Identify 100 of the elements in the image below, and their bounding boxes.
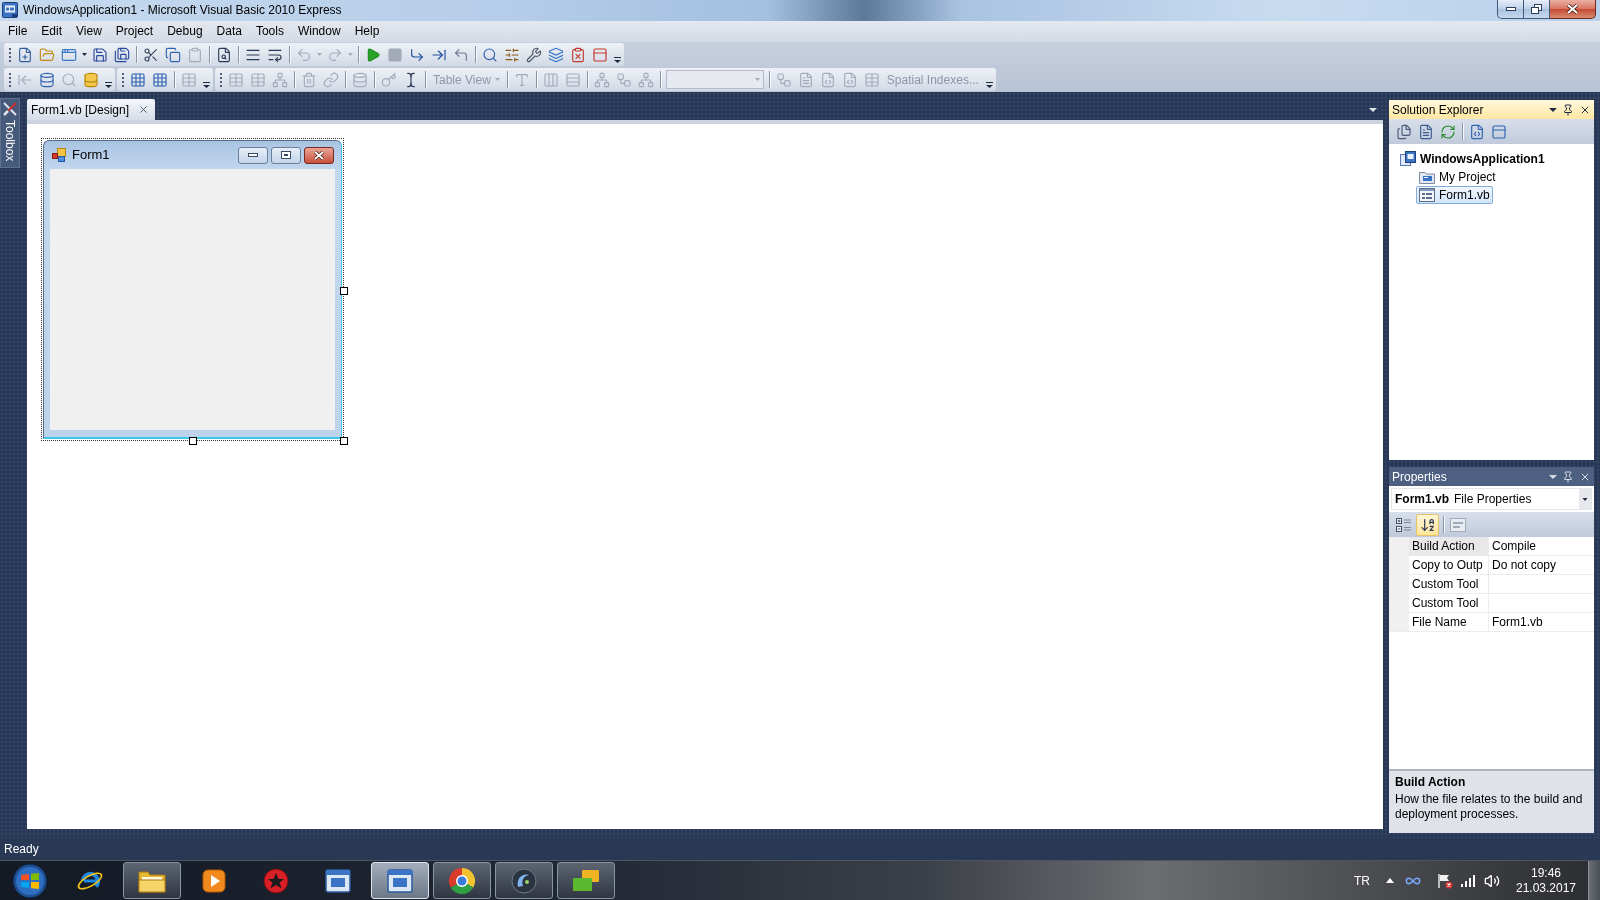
resize-handle[interactable]	[340, 437, 348, 445]
scissors-icon[interactable]	[143, 46, 159, 63]
save-all-icon[interactable]	[114, 46, 130, 63]
form-app-icon	[52, 148, 66, 162]
property-value[interactable]: Do not copy	[1489, 556, 1594, 574]
folder-icon[interactable]	[39, 46, 55, 63]
corner-arrow-icon[interactable]	[409, 46, 425, 63]
toolbox-tab[interactable]: Toolbox	[0, 98, 20, 169]
window-icon[interactable]	[592, 46, 608, 63]
property-name[interactable]: Custom Tool	[1409, 594, 1489, 612]
database-icon[interactable]	[39, 71, 55, 88]
language-indicator[interactable]: TR	[1354, 871, 1370, 890]
corner-arrow-icon[interactable]	[453, 46, 469, 63]
property-name[interactable]: File Name	[1409, 613, 1489, 631]
minimize-button[interactable]	[238, 146, 268, 164]
menu-item[interactable]: Project	[108, 22, 161, 41]
files-icon[interactable]	[1396, 123, 1412, 140]
flag-icon[interactable]	[1437, 872, 1453, 889]
file-search-icon[interactable]	[216, 46, 232, 63]
property-value[interactable]: Compile	[1489, 537, 1594, 555]
layers-icon[interactable]	[548, 46, 564, 63]
property-name[interactable]: Custom Tool	[1409, 575, 1489, 593]
resize-handle[interactable]	[189, 437, 197, 445]
tricolor-circle-icon	[448, 866, 476, 895]
menu-item[interactable]: Debug	[160, 22, 210, 41]
window-icon[interactable]	[61, 46, 77, 63]
menu-item[interactable]: Edit	[34, 22, 70, 41]
star-emblem-icon[interactable]	[263, 867, 289, 894]
form-window[interactable]: Form1	[43, 140, 342, 439]
volume-icon[interactable]	[1484, 872, 1500, 889]
overflow-icon[interactable]	[614, 57, 621, 63]
resize-handle[interactable]	[340, 287, 348, 295]
grid-icon[interactable]	[130, 71, 146, 88]
grid-icon[interactable]	[152, 71, 168, 88]
new-file-icon[interactable]	[17, 46, 33, 63]
property-name[interactable]: Copy to Outp	[1409, 556, 1489, 574]
app-window-icon	[387, 868, 413, 893]
save-icon[interactable]	[92, 46, 108, 63]
tree-item[interactable]: My Project	[1416, 168, 1499, 186]
tools-icon	[3, 102, 17, 116]
description-text: How the file relates to the build and deployment processes.	[1395, 792, 1584, 822]
property-value[interactable]: Form1.vb	[1489, 613, 1594, 631]
menu-item[interactable]: Tools	[248, 22, 291, 41]
dropdown-icon[interactable]	[1369, 108, 1377, 112]
menu-item[interactable]: File	[1, 22, 35, 41]
restore-button[interactable]	[1524, 0, 1550, 19]
tree-item[interactable]: WindowsApplication1	[1397, 150, 1548, 168]
clock-date[interactable]: 21.03.2017	[1515, 880, 1577, 896]
overflow-icon[interactable]	[203, 82, 210, 88]
taskbar-button[interactable]	[557, 862, 615, 899]
panel-title: Properties	[1392, 468, 1447, 486]
sliders-icon[interactable]	[504, 46, 520, 63]
menu-item[interactable]: Help	[347, 22, 387, 41]
dropdown-icon[interactable]	[1579, 489, 1591, 509]
taskbar-button[interactable]	[495, 862, 553, 899]
minimize-button[interactable]	[1497, 0, 1524, 19]
caret-icon[interactable]	[82, 53, 87, 56]
clock-time[interactable]: 19:46	[1531, 865, 1561, 881]
close-button[interactable]	[1550, 0, 1596, 19]
pin-icon[interactable]	[1562, 103, 1574, 116]
object-selector[interactable]: Form1.vb File Properties	[1391, 488, 1592, 510]
overflow-icon[interactable]	[105, 82, 112, 88]
taskbar-button[interactable]	[123, 862, 181, 899]
folder-icon	[138, 868, 166, 893]
clipboard-x-icon[interactable]	[570, 46, 586, 63]
menu-item[interactable]: Data	[209, 22, 249, 41]
refresh-icon[interactable]	[1440, 123, 1456, 140]
signal-icon[interactable]	[1461, 874, 1475, 887]
maximize-icon	[281, 151, 291, 159]
taskbar-button[interactable]	[433, 862, 491, 899]
tray-arrow-icon[interactable]	[1386, 878, 1394, 883]
code-file-icon[interactable]	[1469, 123, 1485, 140]
close-button[interactable]	[304, 146, 334, 164]
play-icon[interactable]	[202, 868, 226, 893]
view-toggle[interactable]	[1416, 513, 1439, 536]
document-tab[interactable]: Form1.vb [Design]	[27, 99, 156, 120]
maximize-button[interactable]	[271, 146, 301, 164]
minimize-icon	[1505, 7, 1516, 11]
search-icon[interactable]	[482, 46, 498, 63]
form-icon	[1419, 188, 1435, 202]
copy-icon[interactable]	[165, 46, 181, 63]
wrench-icon[interactable]	[526, 46, 542, 63]
dropdown-icon[interactable]	[1549, 107, 1557, 112]
clipboard-icon[interactable]	[187, 46, 203, 63]
show-desktop-button[interactable]	[1588, 861, 1600, 900]
database-icon[interactable]	[83, 71, 99, 88]
property-name[interactable]: Build Action	[1409, 537, 1489, 555]
app-window-icon[interactable]	[325, 868, 351, 893]
document-icon[interactable]	[1418, 123, 1434, 140]
folder-icon	[1419, 170, 1435, 184]
overflow-icon[interactable]	[985, 82, 993, 88]
form-title: Form1	[72, 146, 110, 165]
start-orb-icon[interactable]	[11, 862, 48, 899]
close-icon	[1567, 4, 1578, 14]
sort-az-icon	[1419, 516, 1436, 533]
menu-item[interactable]: Window	[290, 22, 348, 41]
window-icon[interactable]	[1491, 123, 1507, 140]
description-title: Build Action	[1395, 775, 1467, 790]
menu-item[interactable]: View	[69, 22, 109, 41]
tree-item[interactable]: Form1.vb	[1416, 186, 1493, 204]
